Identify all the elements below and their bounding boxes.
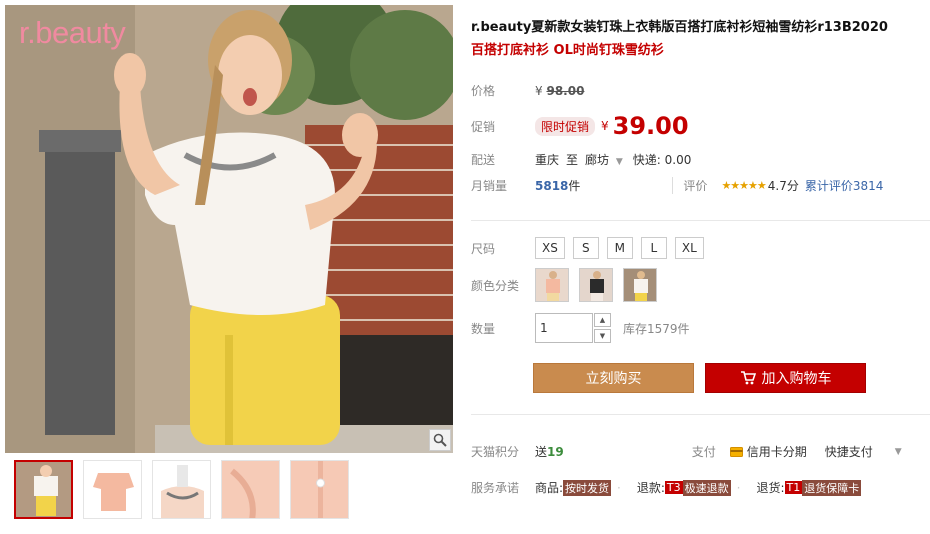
shipping-destination-text: 廊坊 [585, 153, 610, 167]
sales-row: 月销量 5818 件 评价 ★★★★★ 4.7分 累计评价3814 [471, 177, 930, 194]
points-amount: 19 [547, 444, 564, 459]
sales-label: 月销量 [471, 179, 508, 193]
shipping-method: 快递: 0.00 [632, 153, 692, 167]
service-goods-tag[interactable]: 按时发货 [563, 479, 612, 496]
product-subtitle: 百搭打底衬衫 OL时尚钉珠雪纺衫 [471, 43, 664, 58]
sales-unit: 件 [568, 179, 581, 193]
rating-stars: ★★★★★ [721, 179, 766, 192]
color-label: 颜色分类 [471, 278, 520, 293]
size-option-xs[interactable]: XS [535, 237, 565, 259]
shipping-label: 配送 [471, 153, 496, 167]
thumbnail-5[interactable] [290, 460, 349, 519]
rating-score: 4.7分 [767, 179, 799, 193]
separator-dot: · [736, 480, 741, 495]
thumbnail-1[interactable] [14, 460, 73, 519]
thumbnail-3[interactable] [152, 460, 211, 519]
credit-installment-link[interactable]: 信用卡分期 [729, 443, 807, 460]
color-option-3[interactable] [623, 268, 657, 302]
promo-tag: 限时促销 [535, 116, 596, 136]
separator-dot: · [617, 480, 621, 495]
buy-now-label: 立刻购买 [585, 371, 642, 387]
quick-pay-link[interactable]: 快捷支付 [825, 443, 873, 460]
shipping-destination[interactable]: 廊坊 ▼ [585, 151, 623, 168]
quantity-decrease-button[interactable]: ▼ [594, 329, 611, 343]
review-total-link[interactable]: 累计评价3814 [805, 177, 884, 194]
color-row: 颜色分类 [471, 268, 667, 302]
quantity-row: 数量 ▲ ▼ 库存1579件 [471, 313, 690, 343]
brand-logo: r.beauty [19, 15, 126, 50]
quantity-increase-button[interactable]: ▲ [594, 313, 611, 327]
service-label: 服务承诺 [471, 481, 520, 495]
promo-label: 促销 [471, 119, 496, 134]
size-option-m[interactable]: M [606, 237, 633, 259]
add-to-cart-label: 加入购物车 [761, 371, 832, 387]
size-option-xl[interactable]: XL [674, 237, 704, 259]
points-send: 送 [535, 445, 548, 459]
credit-card-icon [729, 446, 743, 457]
original-price-value: 98.00 [546, 83, 585, 98]
credit-installment-label: 信用卡分期 [746, 445, 807, 459]
original-price: ¥ 98.00 [535, 84, 584, 98]
main-product-image[interactable]: r.beauty [5, 5, 453, 453]
payment-expand-chevron-icon[interactable]: ▼ [895, 447, 902, 457]
shipping-from: 重庆 [535, 153, 560, 167]
promo-price: 39.00 [612, 112, 689, 140]
sales-count: 5818 [535, 178, 569, 193]
quantity-stepper: ▲ ▼ [594, 313, 611, 343]
stock-text: 库存1579件 [623, 321, 690, 336]
add-to-cart-button[interactable]: 加入购物车 [705, 363, 866, 393]
size-row: 尺码 XS S M L XL [471, 237, 712, 259]
zoom-icon[interactable] [429, 429, 451, 451]
product-title: r.beauty夏新款女装钉珠上衣韩版百搭打底衬衫短袖雪纺衫r13B2020 [471, 20, 888, 35]
product-info: r.beauty夏新款女装钉珠上衣韩版百搭打底衬衫短袖雪纺衫r13B2020 百… [471, 18, 930, 496]
original-price-currency: ¥ [535, 83, 543, 98]
thumbnail-4[interactable] [221, 460, 280, 519]
points-label: 天猫积分 [471, 445, 520, 459]
service-row: 服务承诺 商品: 按时发货 · 退款: T3 极速退款 · 退货: T1 退货保障卡 [471, 479, 862, 496]
service-refund-code[interactable]: T3 [664, 481, 683, 494]
quantity-input[interactable] [535, 313, 593, 343]
color-option-1[interactable] [535, 268, 569, 302]
promo-currency: ¥ [601, 119, 609, 133]
size-label: 尺码 [471, 241, 496, 256]
size-option-s[interactable]: S [572, 237, 599, 259]
shipping-row: 配送 重庆 至 廊坊 ▼ 快递: 0.00 [471, 151, 691, 168]
service-return-label: 退货: [756, 481, 785, 495]
size-option-l[interactable]: L [640, 237, 667, 259]
thumbnail-strip [5, 460, 453, 526]
service-refund-tag[interactable]: 极速退款 [682, 479, 731, 496]
promo-row: 促销 限时促销 ¥ 39.00 [471, 112, 689, 140]
color-option-2[interactable] [579, 268, 613, 302]
price-label: 价格 [471, 84, 496, 98]
divider [471, 220, 930, 221]
review-label: 评价 [672, 177, 707, 194]
cart-icon [740, 371, 756, 385]
service-return-tag[interactable]: 退货保障卡 [802, 479, 862, 496]
shipping-to-word: 至 [566, 153, 579, 167]
buy-now-button[interactable]: 立刻购买 [533, 363, 694, 393]
thumbnail-2[interactable] [83, 460, 142, 519]
service-refund-label: 退款: [636, 481, 665, 495]
payment-label: 支付 [691, 445, 716, 459]
model-photo [5, 5, 453, 453]
service-return-code[interactable]: T1 [784, 481, 803, 494]
divider [471, 414, 930, 415]
chevron-down-icon: ▼ [615, 157, 623, 167]
price-row: 价格 ¥ 98.00 [471, 82, 584, 99]
quick-pay-label: 快捷支付 [824, 445, 873, 459]
service-goods-label: 商品: [535, 481, 564, 495]
quantity-label: 数量 [471, 322, 496, 336]
points-row: 天猫积分 送 19 支付 信用卡分期 快捷支付 ▼ [471, 443, 930, 460]
